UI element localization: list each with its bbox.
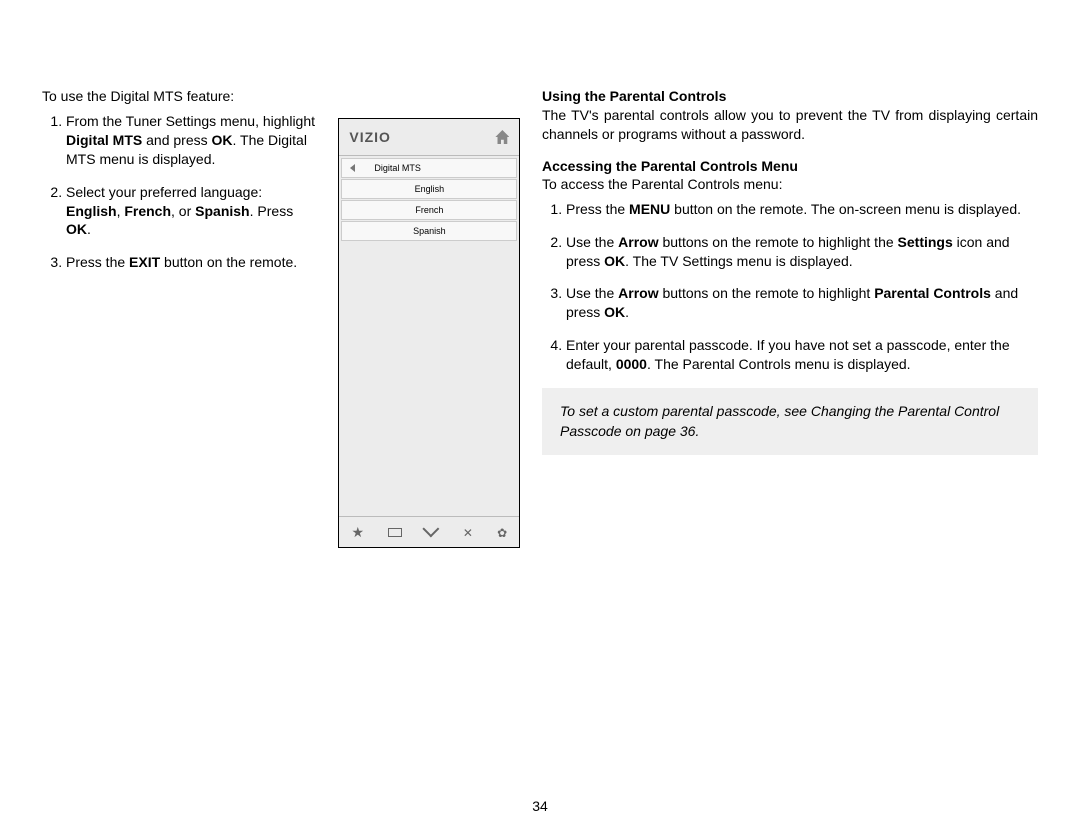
step: Press the MENU button on the remote. The…: [566, 200, 1038, 219]
star-icon: [352, 524, 365, 541]
tv-footer: [339, 516, 519, 547]
back-icon: [350, 164, 355, 172]
section-paragraph: The TV's parental controls allow you to …: [542, 106, 1038, 144]
intro-text: To use the Digital MTS feature:: [42, 88, 318, 104]
tv-header: VIZIO: [339, 119, 519, 156]
tv-screenshot: VIZIO Digital MTS English French Spanish: [338, 118, 522, 548]
tv-option: French: [341, 200, 517, 220]
left-column: To use the Digital MTS feature: From the…: [42, 88, 318, 548]
tv-menu-title-label: Digital MTS: [374, 163, 421, 173]
tv-option: English: [341, 179, 517, 199]
section-heading: Using the Parental Controls: [542, 88, 1038, 104]
rect-icon: [388, 528, 402, 537]
note-pre: To set a custom parental passcode, see: [560, 403, 811, 419]
gear-icon: [497, 524, 507, 540]
step: Select your preferred language: English,…: [66, 183, 318, 240]
tv-menu-title: Digital MTS: [341, 158, 517, 178]
tv-option: Spanish: [341, 221, 517, 241]
note-box: To set a custom parental passcode, see C…: [542, 388, 1038, 455]
page-number: 34: [0, 798, 1080, 814]
step: Use the Arrow buttons on the remote to h…: [566, 233, 1038, 271]
home-icon: [495, 130, 509, 144]
tv-screen: VIZIO Digital MTS English French Spanish: [338, 118, 520, 548]
chevrons-down-icon: [427, 524, 439, 540]
step: Press the EXIT button on the remote.: [66, 253, 318, 272]
vizio-logo: VIZIO: [349, 129, 391, 145]
step: Enter your parental passcode. If you hav…: [566, 336, 1038, 374]
step: From the Tuner Settings menu, highlight …: [66, 112, 318, 169]
manual-page: To use the Digital MTS feature: From the…: [0, 0, 1080, 548]
tv-menu-list: Digital MTS English French Spanish: [339, 156, 519, 244]
note-post: on page 36.: [621, 423, 699, 439]
mts-steps: From the Tuner Settings menu, highlight …: [42, 112, 318, 272]
subsection-intro: To access the Parental Controls menu:: [542, 176, 1038, 192]
right-column: Using the Parental Controls The TV's par…: [542, 88, 1038, 548]
step: Use the Arrow buttons on the remote to h…: [566, 284, 1038, 322]
parental-steps: Press the MENU button on the remote. The…: [542, 200, 1038, 374]
x-icon: [463, 524, 473, 540]
subsection-heading: Accessing the Parental Controls Menu: [542, 158, 1038, 174]
